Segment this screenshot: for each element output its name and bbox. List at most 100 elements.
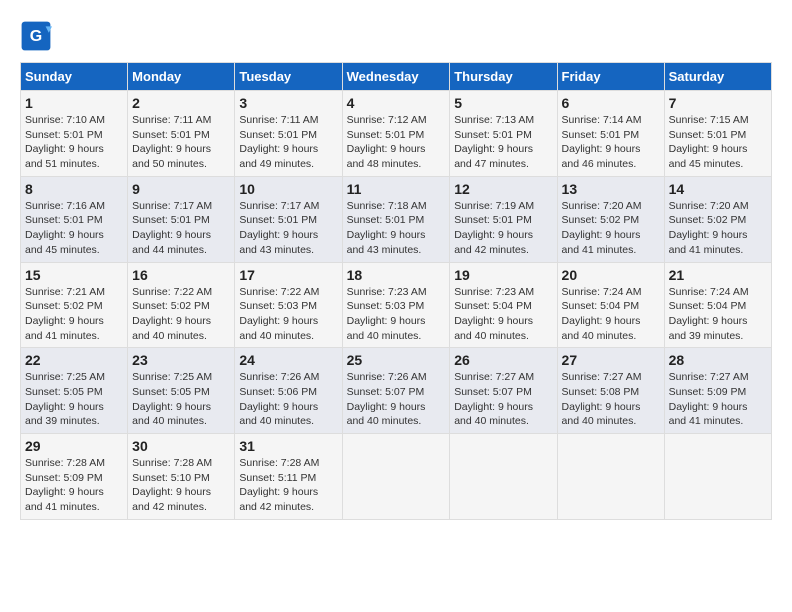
day-number: 18 (347, 267, 446, 283)
day-info: Sunrise: 7:27 AM Sunset: 5:09 PM Dayligh… (669, 370, 767, 429)
day-number: 20 (562, 267, 660, 283)
day-info: Sunrise: 7:25 AM Sunset: 5:05 PM Dayligh… (25, 370, 123, 429)
day-info: Sunrise: 7:14 AM Sunset: 5:01 PM Dayligh… (562, 113, 660, 172)
day-info: Sunrise: 7:24 AM Sunset: 5:04 PM Dayligh… (562, 285, 660, 344)
day-number: 14 (669, 181, 767, 197)
calendar-day-cell (450, 434, 557, 520)
calendar-header-cell: Wednesday (342, 63, 450, 91)
calendar-week-row: 15 Sunrise: 7:21 AM Sunset: 5:02 PM Dayli… (21, 262, 772, 348)
day-info: Sunrise: 7:13 AM Sunset: 5:01 PM Dayligh… (454, 113, 552, 172)
day-info: Sunrise: 7:28 AM Sunset: 5:11 PM Dayligh… (239, 456, 337, 515)
calendar-day-cell: 19 Sunrise: 7:23 AM Sunset: 5:04 PM Dayli… (450, 262, 557, 348)
calendar-day-cell: 22Sunrise: 7:25 AM Sunset: 5:05 PM Dayli… (21, 348, 128, 434)
calendar-day-cell: 21Sunrise: 7:24 AM Sunset: 5:04 PM Dayli… (664, 262, 771, 348)
calendar-day-cell: 17Sunrise: 7:22 AM Sunset: 5:03 PM Dayli… (235, 262, 342, 348)
calendar-day-cell: 24Sunrise: 7:26 AM Sunset: 5:06 PM Dayli… (235, 348, 342, 434)
day-number: 2 (132, 95, 230, 111)
day-info: Sunrise: 7:22 AM Sunset: 5:02 PM Dayligh… (132, 285, 230, 344)
calendar-day-cell: 11 Sunrise: 7:18 AM Sunset: 5:01 PM Dayli… (342, 176, 450, 262)
calendar-day-cell (557, 434, 664, 520)
day-number: 12 (454, 181, 552, 197)
day-number: 17 (239, 267, 337, 283)
calendar-day-cell: 2 Sunrise: 7:11 AM Sunset: 5:01 PM Daylig… (128, 91, 235, 177)
calendar-week-row: 22Sunrise: 7:25 AM Sunset: 5:05 PM Dayli… (21, 348, 772, 434)
day-number: 31 (239, 438, 337, 454)
day-info: Sunrise: 7:26 AM Sunset: 5:07 PM Dayligh… (347, 370, 446, 429)
calendar-header-cell: Monday (128, 63, 235, 91)
calendar-header-cell: Sunday (21, 63, 128, 91)
calendar-day-cell: 3 Sunrise: 7:11 AM Sunset: 5:01 PM Daylig… (235, 91, 342, 177)
day-info: Sunrise: 7:17 AM Sunset: 5:01 PM Dayligh… (239, 199, 337, 258)
day-number: 29 (25, 438, 123, 454)
day-number: 16 (132, 267, 230, 283)
calendar-day-cell: 16 Sunrise: 7:22 AM Sunset: 5:02 PM Dayli… (128, 262, 235, 348)
calendar-day-cell: 28Sunrise: 7:27 AM Sunset: 5:09 PM Dayli… (664, 348, 771, 434)
calendar-week-row: 8 Sunrise: 7:16 AM Sunset: 5:01 PM Daylig… (21, 176, 772, 262)
day-number: 7 (669, 95, 767, 111)
day-info: Sunrise: 7:28 AM Sunset: 5:09 PM Dayligh… (25, 456, 123, 515)
calendar-day-cell: 8 Sunrise: 7:16 AM Sunset: 5:01 PM Daylig… (21, 176, 128, 262)
calendar-day-cell: 10 Sunrise: 7:17 AM Sunset: 5:01 PM Dayli… (235, 176, 342, 262)
calendar-day-cell: 25 Sunrise: 7:26 AM Sunset: 5:07 PM Dayli… (342, 348, 450, 434)
calendar-day-cell: 9 Sunrise: 7:17 AM Sunset: 5:01 PM Daylig… (128, 176, 235, 262)
day-info: Sunrise: 7:26 AM Sunset: 5:06 PM Dayligh… (239, 370, 337, 429)
day-info: Sunrise: 7:19 AM Sunset: 5:01 PM Dayligh… (454, 199, 552, 258)
calendar-day-cell: 1 Sunrise: 7:10 AM Sunset: 5:01 PM Daylig… (21, 91, 128, 177)
calendar-day-cell: 29 Sunrise: 7:28 AM Sunset: 5:09 PM Dayli… (21, 434, 128, 520)
calendar-day-cell: 4 Sunrise: 7:12 AM Sunset: 5:01 PM Daylig… (342, 91, 450, 177)
calendar-day-cell: 18 Sunrise: 7:23 AM Sunset: 5:03 PM Dayli… (342, 262, 450, 348)
day-number: 6 (562, 95, 660, 111)
day-number: 15 (25, 267, 123, 283)
calendar-day-cell: 14Sunrise: 7:20 AM Sunset: 5:02 PM Dayli… (664, 176, 771, 262)
day-info: Sunrise: 7:17 AM Sunset: 5:01 PM Dayligh… (132, 199, 230, 258)
logo: G (20, 20, 56, 52)
calendar-day-cell: 26 Sunrise: 7:27 AM Sunset: 5:07 PM Dayli… (450, 348, 557, 434)
calendar-day-cell: 5 Sunrise: 7:13 AM Sunset: 5:01 PM Daylig… (450, 91, 557, 177)
logo-icon: G (20, 20, 52, 52)
day-number: 19 (454, 267, 552, 283)
svg-text:G: G (30, 28, 42, 45)
day-number: 4 (347, 95, 446, 111)
calendar-day-cell: 7 Sunrise: 7:15 AM Sunset: 5:01 PM Daylig… (664, 91, 771, 177)
day-number: 8 (25, 181, 123, 197)
calendar-header-cell: Saturday (664, 63, 771, 91)
day-info: Sunrise: 7:11 AM Sunset: 5:01 PM Dayligh… (239, 113, 337, 172)
day-info: Sunrise: 7:20 AM Sunset: 5:02 PM Dayligh… (562, 199, 660, 258)
day-number: 11 (347, 181, 446, 197)
calendar-day-cell: 20 Sunrise: 7:24 AM Sunset: 5:04 PM Dayli… (557, 262, 664, 348)
day-info: Sunrise: 7:10 AM Sunset: 5:01 PM Dayligh… (25, 113, 123, 172)
calendar-day-cell: 13Sunrise: 7:20 AM Sunset: 5:02 PM Dayli… (557, 176, 664, 262)
day-info: Sunrise: 7:18 AM Sunset: 5:01 PM Dayligh… (347, 199, 446, 258)
calendar-header-cell: Friday (557, 63, 664, 91)
calendar-day-cell: 23 Sunrise: 7:25 AM Sunset: 5:05 PM Dayli… (128, 348, 235, 434)
day-number: 30 (132, 438, 230, 454)
day-number: 10 (239, 181, 337, 197)
day-number: 26 (454, 352, 552, 368)
calendar-day-cell: 27Sunrise: 7:27 AM Sunset: 5:08 PM Dayli… (557, 348, 664, 434)
calendar-day-cell: 12 Sunrise: 7:19 AM Sunset: 5:01 PM Dayli… (450, 176, 557, 262)
day-info: Sunrise: 7:16 AM Sunset: 5:01 PM Dayligh… (25, 199, 123, 258)
day-info: Sunrise: 7:23 AM Sunset: 5:04 PM Dayligh… (454, 285, 552, 344)
day-info: Sunrise: 7:23 AM Sunset: 5:03 PM Dayligh… (347, 285, 446, 344)
calendar-day-cell (664, 434, 771, 520)
day-number: 23 (132, 352, 230, 368)
calendar-table: SundayMondayTuesdayWednesdayThursdayFrid… (20, 62, 772, 520)
calendar-week-row: 1 Sunrise: 7:10 AM Sunset: 5:01 PM Daylig… (21, 91, 772, 177)
day-number: 3 (239, 95, 337, 111)
day-info: Sunrise: 7:25 AM Sunset: 5:05 PM Dayligh… (132, 370, 230, 429)
day-info: Sunrise: 7:24 AM Sunset: 5:04 PM Dayligh… (669, 285, 767, 344)
day-number: 9 (132, 181, 230, 197)
day-info: Sunrise: 7:12 AM Sunset: 5:01 PM Dayligh… (347, 113, 446, 172)
calendar-day-cell: 30Sunrise: 7:28 AM Sunset: 5:10 PM Dayli… (128, 434, 235, 520)
day-info: Sunrise: 7:21 AM Sunset: 5:02 PM Dayligh… (25, 285, 123, 344)
day-number: 25 (347, 352, 446, 368)
day-number: 5 (454, 95, 552, 111)
calendar-day-cell (342, 434, 450, 520)
day-info: Sunrise: 7:15 AM Sunset: 5:01 PM Dayligh… (669, 113, 767, 172)
day-info: Sunrise: 7:27 AM Sunset: 5:07 PM Dayligh… (454, 370, 552, 429)
calendar-day-cell: 15 Sunrise: 7:21 AM Sunset: 5:02 PM Dayli… (21, 262, 128, 348)
day-info: Sunrise: 7:11 AM Sunset: 5:01 PM Dayligh… (132, 113, 230, 172)
calendar-day-cell: 6 Sunrise: 7:14 AM Sunset: 5:01 PM Daylig… (557, 91, 664, 177)
day-number: 1 (25, 95, 123, 111)
day-number: 27 (562, 352, 660, 368)
